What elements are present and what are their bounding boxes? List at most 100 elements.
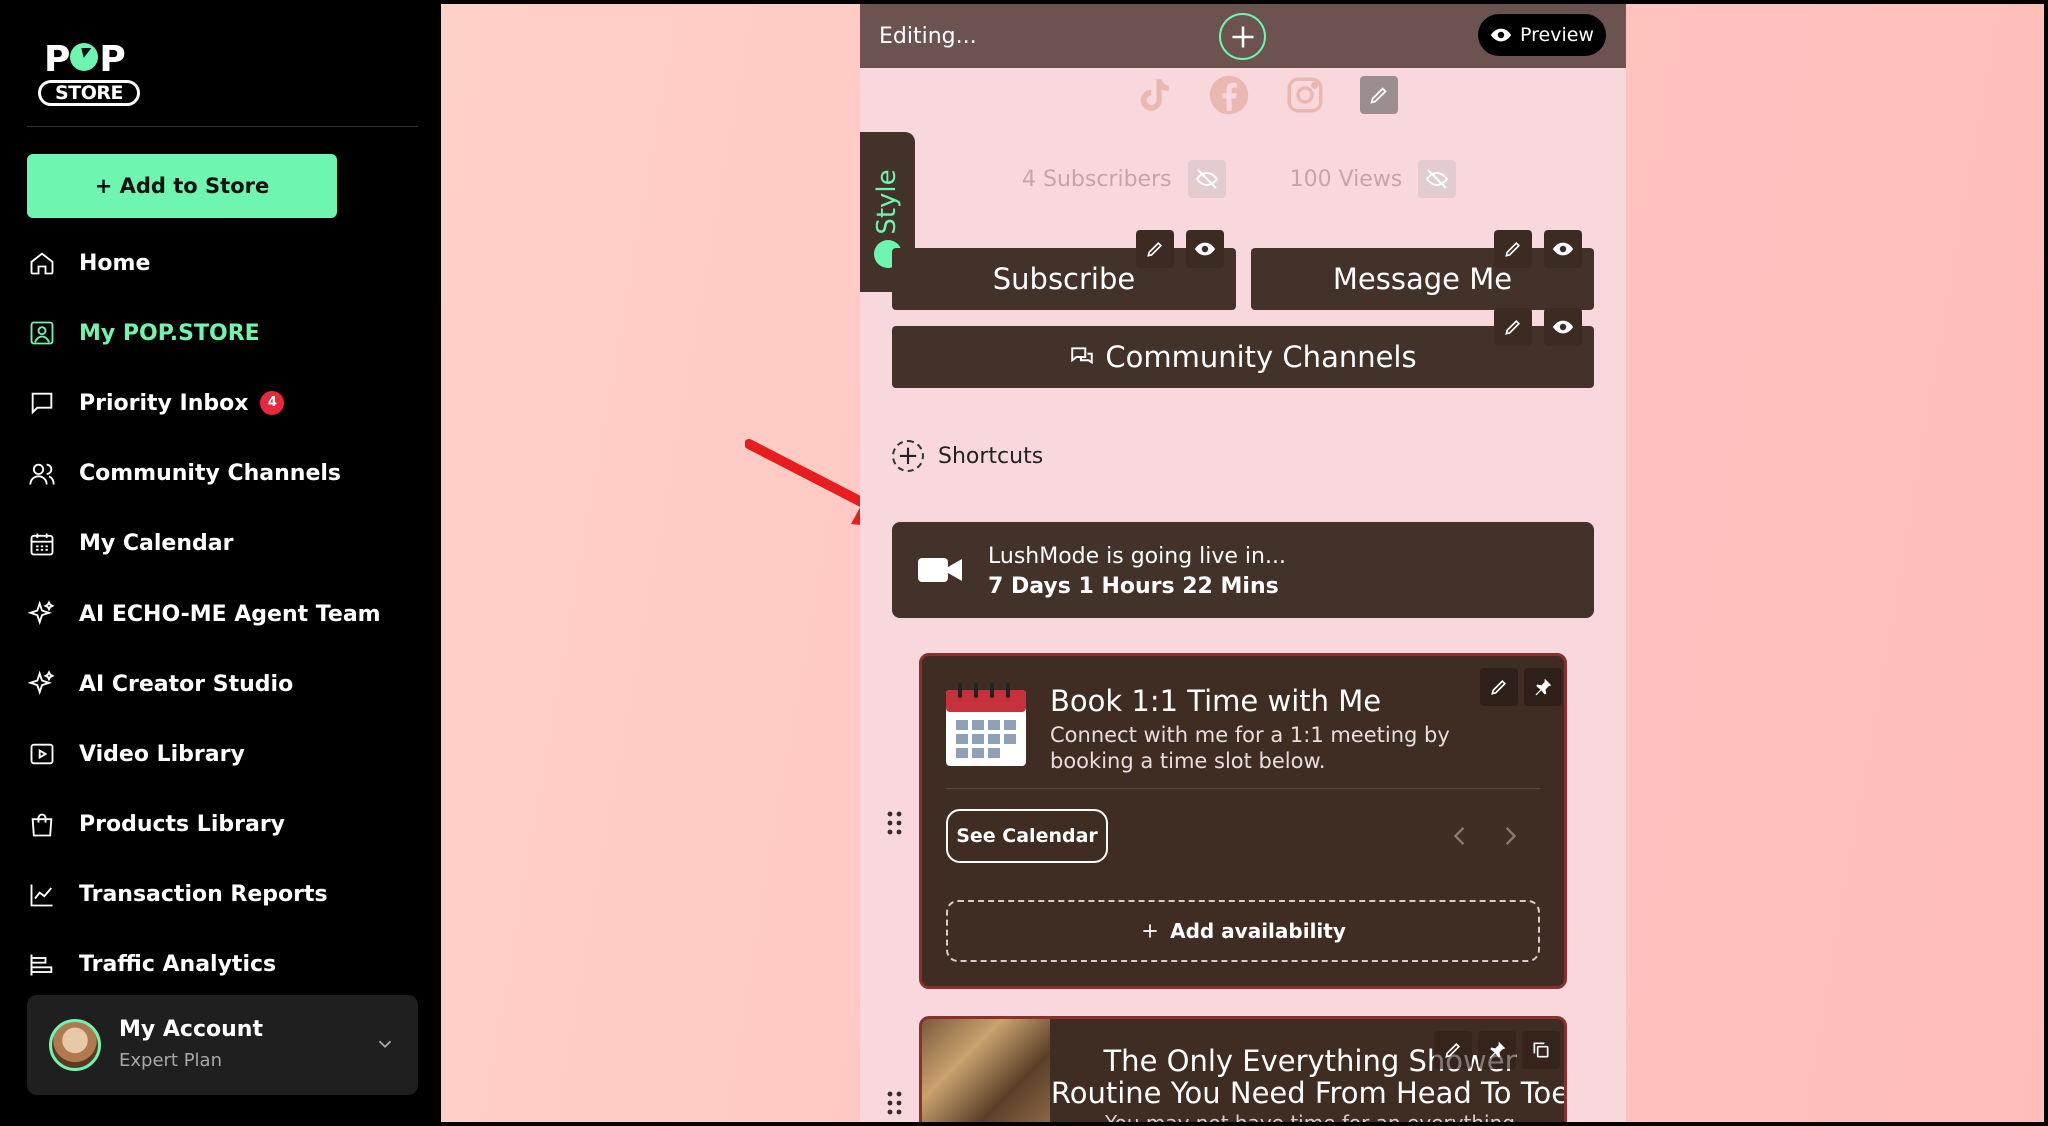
message-me-button[interactable]: Message Me <box>1251 248 1594 310</box>
subscribe-button[interactable]: Subscribe <box>892 248 1236 310</box>
eye-icon <box>1552 320 1574 334</box>
social-links <box>1132 74 1398 116</box>
editing-status: Editing... <box>879 24 977 49</box>
live-title: LushMode is going live in... <box>988 544 1286 569</box>
sidebar-item-label: My POP.STORE <box>79 320 260 346</box>
sidebar-item-ai-creator-studio[interactable]: AI Creator Studio <box>27 649 427 719</box>
tiktok-icon[interactable] <box>1132 74 1174 116</box>
sidebar-item-video-library[interactable]: Video Library <box>27 719 427 789</box>
plus-icon <box>1232 26 1253 47</box>
sidebar-item-ai-echo-me[interactable]: AI ECHO-ME Agent Team <box>27 579 427 649</box>
preview-label: Preview <box>1520 24 1594 46</box>
facebook-icon[interactable] <box>1208 74 1250 116</box>
eye-off-icon <box>1426 169 1449 189</box>
chevron-right-icon[interactable] <box>1496 822 1524 850</box>
sidebar-item-label: Community Channels <box>79 461 342 487</box>
pop-store-logo[interactable]: PP STORE <box>38 40 144 108</box>
edit-social-button[interactable] <box>1360 76 1398 114</box>
account-name: My Account <box>119 1017 263 1042</box>
calendar-icon <box>27 529 57 559</box>
copy-icon <box>1533 1042 1549 1058</box>
sidebar-item-priority-inbox[interactable]: Priority Inbox 4 <box>27 368 427 438</box>
logo-bottom-text: STORE <box>38 80 140 106</box>
booking-title: Book 1:1 Time with Me <box>1050 684 1382 718</box>
product-thumbnail <box>922 1019 1050 1122</box>
eye-icon <box>1194 242 1216 256</box>
eye-icon <box>1552 242 1574 256</box>
sidebar-item-products-library[interactable]: Products Library <box>27 790 427 860</box>
see-calendar-button[interactable]: See Calendar <box>946 809 1108 863</box>
sparkle-icon <box>27 669 57 699</box>
home-icon <box>27 248 57 278</box>
calendar-icon <box>946 682 1026 766</box>
editing-toolbar: Editing... Preview <box>860 4 1626 68</box>
sidebar-item-my-calendar[interactable]: My Calendar <box>27 509 427 579</box>
sidebar-item-traffic-analytics[interactable]: Traffic Analytics <box>27 930 427 1000</box>
card-divider <box>946 788 1540 789</box>
live-countdown: 7 Days 1 Hours 22 Mins <box>988 574 1279 599</box>
sidebar-item-my-popstore[interactable]: My POP.STORE <box>27 298 427 368</box>
users-icon <box>27 459 57 489</box>
sidebar-divider <box>27 126 418 127</box>
sidebar-item-transaction-reports[interactable]: Transaction Reports <box>27 860 427 930</box>
add-block-button[interactable] <box>1219 13 1266 60</box>
account-plan: Expert Plan <box>119 1050 222 1071</box>
product-card[interactable]: The Only Everything Shower Routine You N… <box>919 1016 1567 1122</box>
edit-subscribe-button[interactable] <box>1136 230 1174 268</box>
booking-card: Book 1:1 Time with Me Connect with me fo… <box>919 653 1567 989</box>
plus-icon <box>1143 924 1157 938</box>
edit-community-button[interactable] <box>1494 308 1532 346</box>
store-preview-phone: Editing... Preview 4 Subscribers 100 Vie… <box>860 4 1626 1122</box>
edit-booking-button[interactable] <box>1480 668 1518 706</box>
chat-bubbles-icon <box>1071 347 1094 365</box>
store-icon <box>27 318 57 348</box>
chevron-left-icon[interactable] <box>1446 822 1474 850</box>
toggle-message-visibility[interactable] <box>1544 230 1582 268</box>
sidebar-item-label: Home <box>79 250 151 276</box>
avatar <box>49 1019 101 1071</box>
community-channels-button[interactable]: Community Channels <box>892 326 1594 388</box>
sidebar: PP STORE + Add to Store Home My POP.STOR… <box>4 4 441 1122</box>
view-count: 100 Views <box>1289 166 1403 192</box>
pin-icon <box>1535 678 1552 696</box>
sidebar-item-label: Traffic Analytics <box>79 952 277 978</box>
chart-icon <box>27 880 57 910</box>
sidebar-item-label: Products Library <box>79 812 286 838</box>
analytics-icon <box>27 950 57 980</box>
account-menu[interactable]: My Account Expert Plan <box>27 995 418 1095</box>
hide-views-button[interactable] <box>1418 160 1457 198</box>
add-availability-label: Add availability <box>1170 919 1346 943</box>
hide-subscribers-button[interactable] <box>1187 160 1226 198</box>
toggle-subscribe-visibility[interactable] <box>1186 230 1224 268</box>
pin-icon <box>1489 1041 1506 1059</box>
sidebar-item-label: Video Library <box>79 741 245 767</box>
inbox-icon <box>27 388 57 418</box>
inbox-count-badge: 4 <box>260 391 285 416</box>
drag-handle-icon[interactable] <box>886 810 904 838</box>
style-tab-label: Style <box>872 169 902 235</box>
pencil-icon <box>1505 319 1521 335</box>
add-to-store-button[interactable]: + Add to Store <box>27 154 337 218</box>
chevron-down-icon[interactable] <box>374 1033 396 1055</box>
toggle-community-visibility[interactable] <box>1544 308 1582 346</box>
instagram-icon[interactable] <box>1284 74 1326 116</box>
edit-message-button[interactable] <box>1494 230 1532 268</box>
shortcuts-label: Shortcuts <box>938 443 1044 469</box>
sidebar-nav: Home My POP.STORE Priority Inbox 4 Commu… <box>27 228 427 1000</box>
sidebar-item-community-channels[interactable]: Community Channels <box>27 439 427 509</box>
booking-description: Connect with me for a 1:1 meeting by boo… <box>1050 723 1450 773</box>
edit-product-button[interactable] <box>1434 1031 1472 1069</box>
plus-circle-icon: + <box>892 440 924 472</box>
pin-product-button[interactable] <box>1478 1031 1516 1069</box>
add-availability-button[interactable]: Add availability <box>946 900 1540 962</box>
sidebar-item-label: Priority Inbox <box>79 390 249 416</box>
pencil-icon <box>1445 1042 1461 1058</box>
preview-button[interactable]: Preview <box>1478 14 1606 56</box>
live-countdown-banner[interactable]: LushMode is going live in... 7 Days 1 Ho… <box>892 522 1594 618</box>
store-stats: 4 Subscribers 100 Views <box>1022 160 1457 198</box>
sidebar-item-home[interactable]: Home <box>27 228 427 298</box>
duplicate-product-button[interactable] <box>1522 1031 1560 1069</box>
drag-handle-icon[interactable] <box>886 1090 904 1118</box>
shortcuts-add[interactable]: + Shortcuts <box>892 440 1043 472</box>
pin-booking-button[interactable] <box>1524 668 1562 706</box>
